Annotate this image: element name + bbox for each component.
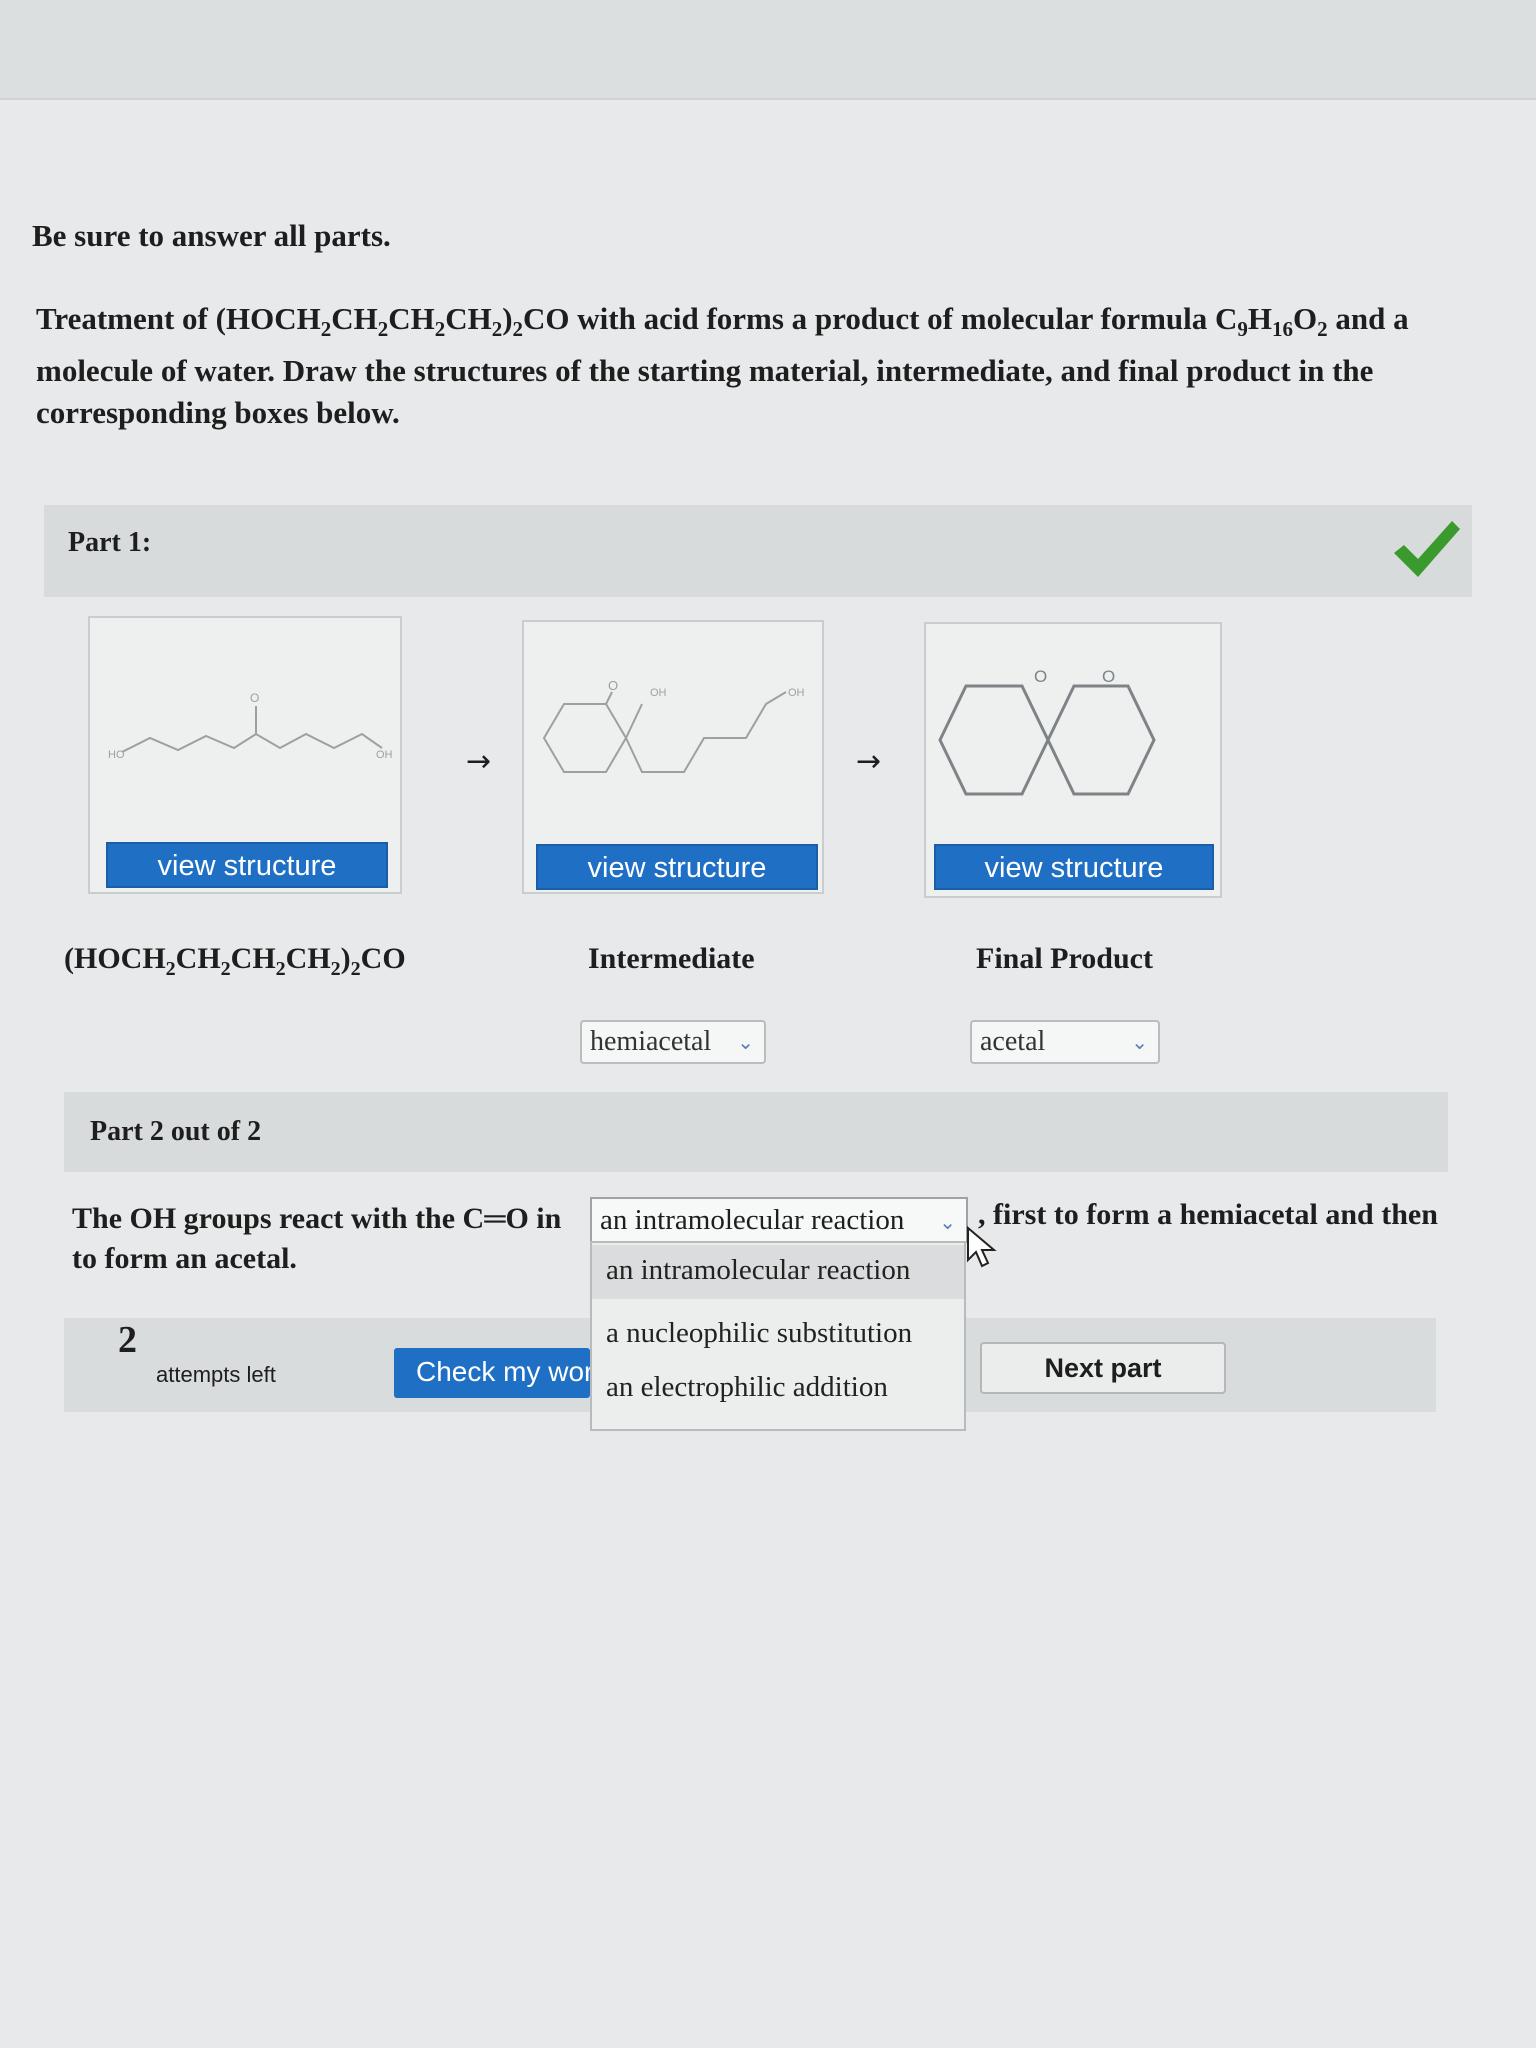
part1-label: Part 1:: [68, 527, 152, 558]
intermediate-caption: Intermediate: [588, 942, 755, 975]
intermediate-box[interactable]: O OH OH view structure: [522, 620, 824, 894]
starting-material-caption: (HOCH2CH2CH2CH2)2CO: [64, 942, 406, 980]
svg-text:O: O: [250, 691, 259, 705]
part2-label: Part 2 out of 2: [90, 1116, 262, 1147]
chevron-down-icon: ⌄: [939, 1210, 956, 1234]
part2-header: Part 2 out of 2: [64, 1092, 1448, 1172]
view-structure-button-3[interactable]: view structure: [934, 844, 1214, 890]
svg-text:OH: OH: [650, 687, 667, 699]
reaction-arrow-1: →: [466, 744, 492, 779]
view-structure-button-2[interactable]: view structure: [536, 844, 818, 890]
top-band: [0, 0, 1536, 100]
sentence-line2: to form an acetal.: [72, 1242, 297, 1275]
reaction-type-options: an intramolecular reaction a nucleophili…: [590, 1241, 966, 1431]
final-product-structure: O O: [938, 667, 1156, 796]
question-text: Treatment of (HOCH2CH2CH2CH2)2CO with ac…: [36, 301, 1409, 431]
intermediate-type-value: hemiacetal: [590, 1026, 712, 1057]
final-type-select[interactable]: acetal ⌄: [970, 1020, 1160, 1064]
attempts-count: 2: [118, 1319, 137, 1361]
reaction-arrow-2: →: [856, 744, 882, 779]
attempts-label: attempts left: [156, 1362, 276, 1387]
option-intramolecular[interactable]: an intramolecular reaction: [592, 1245, 964, 1299]
final-product-box[interactable]: O O view structure: [924, 622, 1222, 898]
svg-text:HO: HO: [108, 749, 125, 761]
next-part-button[interactable]: Next part: [980, 1342, 1226, 1394]
mouse-cursor-icon: [967, 1226, 997, 1268]
final-type-value: acetal: [980, 1026, 1046, 1057]
sentence-after: , first to form a hemiacetal and then: [978, 1198, 1438, 1231]
checkmark-icon: [1394, 521, 1460, 577]
reaction-type-select[interactable]: an intramolecular reaction ⌄: [590, 1197, 968, 1243]
chevron-down-icon: ⌄: [1131, 1030, 1148, 1054]
starting-material-structure: O HO OH: [108, 691, 393, 761]
option-nucleophilic-substitution[interactable]: a nucleophilic substitution: [606, 1317, 912, 1350]
option-electrophilic-addition[interactable]: an electrophilic addition: [606, 1371, 888, 1404]
final-product-caption: Final Product: [976, 942, 1153, 975]
svg-text:O: O: [1034, 667, 1047, 686]
reaction-type-value: an intramolecular reaction: [600, 1204, 905, 1236]
intermediate-structure: O OH OH: [542, 678, 805, 773]
svg-text:OH: OH: [788, 687, 805, 699]
intermediate-type-select[interactable]: hemiacetal ⌄: [580, 1020, 766, 1064]
svg-text:O: O: [608, 678, 618, 693]
svg-text:OH: OH: [376, 749, 393, 761]
sentence-before: The OH groups react with the C═O in: [72, 1202, 562, 1235]
check-my-work-button[interactable]: Check my work: [394, 1348, 590, 1398]
chevron-down-icon: ⌄: [737, 1030, 754, 1054]
view-structure-button-1[interactable]: view structure: [106, 842, 388, 888]
intro-text: Be sure to answer all parts.: [32, 218, 391, 253]
part1-header: Part 1:: [44, 505, 1472, 597]
starting-material-box[interactable]: O HO OH view structure: [88, 616, 402, 894]
svg-text:O: O: [1102, 667, 1115, 686]
